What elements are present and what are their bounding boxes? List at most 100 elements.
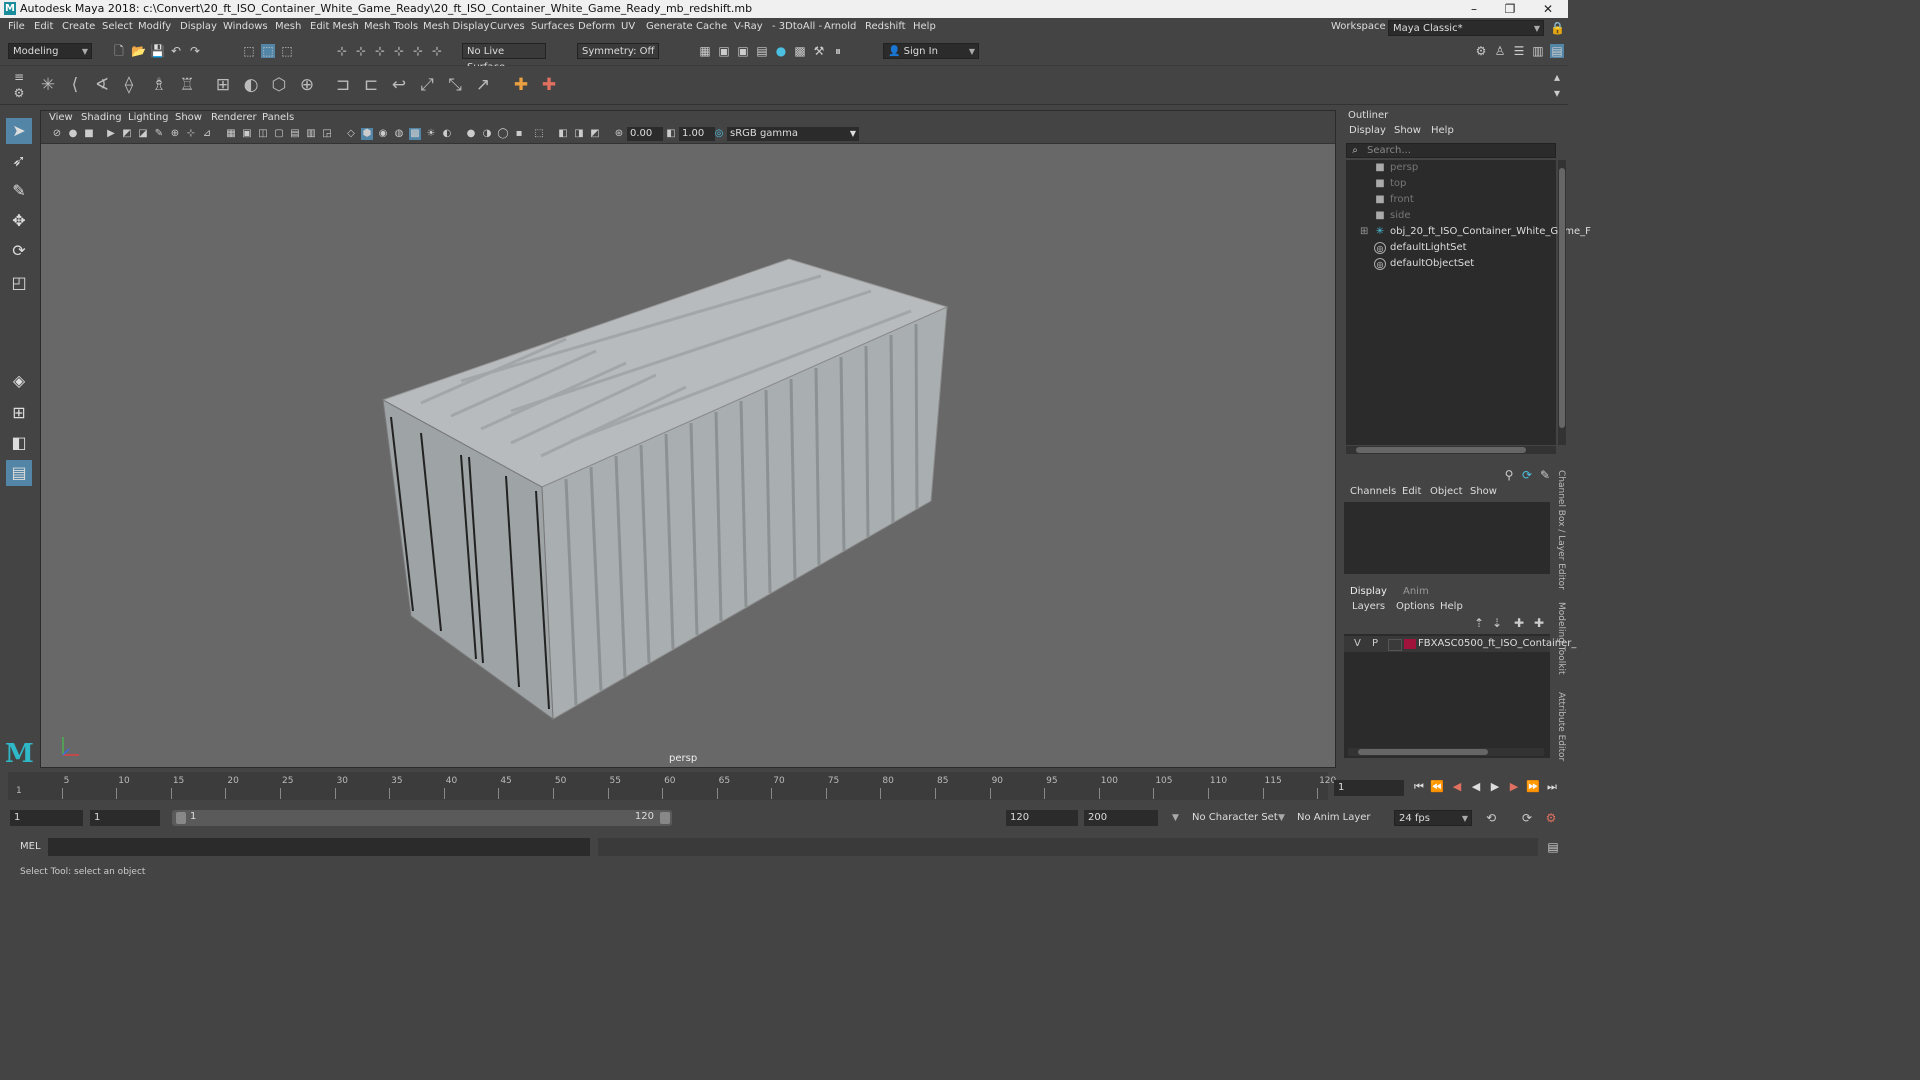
side-tab-channel-box[interactable]: Channel Box / Layer Editor	[1552, 470, 1566, 590]
pause-render-icon[interactable]: ⏸	[831, 44, 845, 58]
shelf-scroll-down-icon[interactable]: ▾	[1550, 86, 1564, 100]
current-frame-field[interactable]: 1	[1334, 780, 1404, 796]
playback-end-field[interactable]: 120	[1006, 810, 1078, 826]
time-slider[interactable]: 1 5 10 15 20 25 30 35 40 45 50 55 60 65 70 75 80 85 90 95 10…	[0, 772, 1568, 800]
menu-mesh-display[interactable]: Mesh Display	[423, 21, 489, 32]
anim-layer-arrow-icon[interactable]: ▼	[1278, 813, 1285, 823]
close-button[interactable]: ✕	[1530, 0, 1566, 18]
auto-key-icon[interactable]: ⟳	[1520, 811, 1534, 825]
lasso-tool-icon[interactable]: ➶	[6, 148, 32, 174]
delete-key-icon[interactable]: ✚	[538, 74, 560, 96]
four-view-layout-icon[interactable]: ⊞	[6, 400, 32, 426]
aim-constraint-icon[interactable]: ↗	[472, 74, 494, 96]
maximize-button[interactable]: ❐	[1492, 0, 1528, 18]
orient-constraint-icon[interactable]: ⤢	[416, 74, 438, 96]
layer-tab-anim[interactable]: Anim	[1403, 586, 1429, 597]
channel-box-tool-icon[interactable]: ⚲	[1502, 468, 1516, 482]
layer-move-down-icon[interactable]: ⇣	[1490, 616, 1504, 630]
mode-dropdown[interactable]: Modeling ▼	[8, 43, 92, 59]
scene-start-field[interactable]: 1	[10, 810, 83, 826]
container-model[interactable]	[41, 111, 1337, 769]
step-back-frame-icon[interactable]: ◀	[1450, 780, 1464, 794]
outliner-item-default-object-set[interactable]: ◎ defaultObjectSet	[1346, 256, 1556, 272]
bind-skin-icon[interactable]: ⊞	[212, 74, 234, 96]
symmetry-field[interactable]: Symmetry: Off	[577, 43, 659, 59]
menu-arnold[interactable]: Arnold	[824, 21, 856, 32]
outliner-item-default-light-set[interactable]: ◎ defaultLightSet	[1346, 240, 1556, 256]
outliner-layout-icon[interactable]: ▤	[6, 460, 32, 486]
outliner-menu-help[interactable]: Help	[1431, 125, 1454, 136]
outliner-hscrollbar[interactable]	[1346, 446, 1556, 454]
outliner-vscrollbar[interactable]	[1558, 160, 1566, 445]
menu-curves[interactable]: Curves	[490, 21, 525, 32]
menu-uv[interactable]: UV	[621, 21, 635, 32]
shelf-menu-icon[interactable]: ≡	[12, 70, 26, 84]
mirror-joint-icon[interactable]: ⟠	[118, 74, 140, 96]
loop-icon[interactable]: ⟲	[1484, 811, 1498, 825]
select-tool-icon[interactable]: ➤	[6, 118, 32, 144]
menu-deform[interactable]: Deform	[578, 21, 615, 32]
menu-windows[interactable]: Windows	[223, 21, 268, 32]
layer-move-up-icon[interactable]: ⇡	[1472, 616, 1486, 630]
layer-reference-toggle[interactable]	[1388, 639, 1402, 651]
layer-menu-options[interactable]: Options	[1396, 601, 1435, 612]
menu-display[interactable]: Display	[180, 21, 217, 32]
cluster-icon[interactable]: ⊕	[296, 74, 318, 96]
tool-settings-icon[interactable]: ▥	[1531, 44, 1545, 58]
shelf-scroll-up-icon[interactable]: ▴	[1550, 70, 1564, 84]
rotate-tool-icon[interactable]: ⟳	[6, 238, 32, 264]
layer-tab-display[interactable]: Display	[1350, 586, 1387, 597]
channel-box-edit-icon[interactable]: ✎	[1538, 468, 1552, 482]
layer-visibility-toggle[interactable]: V	[1354, 636, 1361, 652]
go-to-start-icon[interactable]: ⏮	[1412, 780, 1426, 794]
new-layer-selected-icon[interactable]: ✚	[1532, 616, 1546, 630]
quick-rig-icon[interactable]: ♗	[148, 74, 170, 96]
range-end-handle[interactable]	[660, 812, 670, 824]
locator-icon[interactable]: ⊐	[332, 74, 354, 96]
playback-start-field[interactable]: 1	[90, 810, 160, 826]
shelf-settings-icon[interactable]: ⚙	[12, 86, 26, 100]
render-history-icon[interactable]: ▦	[698, 44, 712, 58]
two-view-layout-icon[interactable]: ◧	[6, 430, 32, 456]
character-controls-icon[interactable]: ♙	[1493, 44, 1507, 58]
command-language-label[interactable]: MEL	[20, 841, 41, 852]
scale-constraint-icon[interactable]: ⤡	[444, 74, 466, 96]
character-set-field[interactable]: No Character Set	[1192, 812, 1278, 823]
step-forward-key-icon[interactable]: ⏩	[1526, 780, 1540, 794]
viewport-panel[interactable]: View Shading Lighting Show Renderer Pane…	[5, 110, 1337, 769]
menu-mesh[interactable]: Mesh	[275, 21, 301, 32]
outliner-search-input[interactable]: Search...	[1346, 143, 1556, 158]
render-view-icon[interactable]: ▩	[793, 44, 807, 58]
layer-row[interactable]: V P FBXASC0500_ft_ISO_Container_	[1344, 636, 1576, 652]
expand-icon[interactable]: ⊞	[1360, 224, 1368, 240]
menu-select[interactable]: Select	[102, 21, 133, 32]
go-to-end-icon[interactable]: ⏭	[1545, 780, 1559, 794]
hypershade-icon[interactable]: ●	[774, 44, 788, 58]
outliner-item-front[interactable]: ■ front	[1346, 192, 1556, 208]
outliner-item-side[interactable]: ■ side	[1346, 208, 1556, 224]
ik-handle-icon[interactable]: ⟨	[64, 74, 86, 96]
move-tool-icon[interactable]: ✥	[6, 208, 32, 234]
set-key-icon[interactable]: ✚	[510, 74, 532, 96]
menu-help[interactable]: Help	[913, 21, 936, 32]
menu-file[interactable]: File	[8, 21, 25, 32]
range-start-handle[interactable]	[176, 812, 186, 824]
menu-modify[interactable]: Modify	[138, 21, 171, 32]
undo-icon[interactable]: ↶	[169, 44, 183, 58]
side-tab-attribute-editor[interactable]: Attribute Editor	[1552, 692, 1566, 761]
select-component-icon[interactable]: ⬚	[280, 44, 294, 58]
outliner-item-container[interactable]: ⊞ ✳ obj_20_ft_ISO_Container_White_Game_F	[1346, 224, 1591, 240]
menu-redshift[interactable]: Redshift	[865, 21, 906, 32]
sign-in-dropdown[interactable]: 👤 Sign In ▼	[883, 43, 979, 59]
channel-box-icon[interactable]: ▤	[1550, 44, 1564, 58]
select-object-icon[interactable]: ⬚	[261, 44, 275, 58]
cb-menu-edit[interactable]: Edit	[1402, 486, 1421, 497]
outliner-menu-display[interactable]: Display	[1349, 125, 1386, 136]
snap-surface-icon[interactable]: ⊹	[411, 44, 425, 58]
ik-spline-icon[interactable]: ∢	[91, 74, 113, 96]
save-scene-icon[interactable]: 💾	[150, 44, 165, 58]
menu-generate[interactable]: Generate	[646, 21, 693, 32]
layer-hscrollbar[interactable]	[1348, 748, 1544, 756]
cb-menu-channels[interactable]: Channels	[1350, 486, 1396, 497]
select-hierarchy-icon[interactable]: ⬚	[242, 44, 256, 58]
